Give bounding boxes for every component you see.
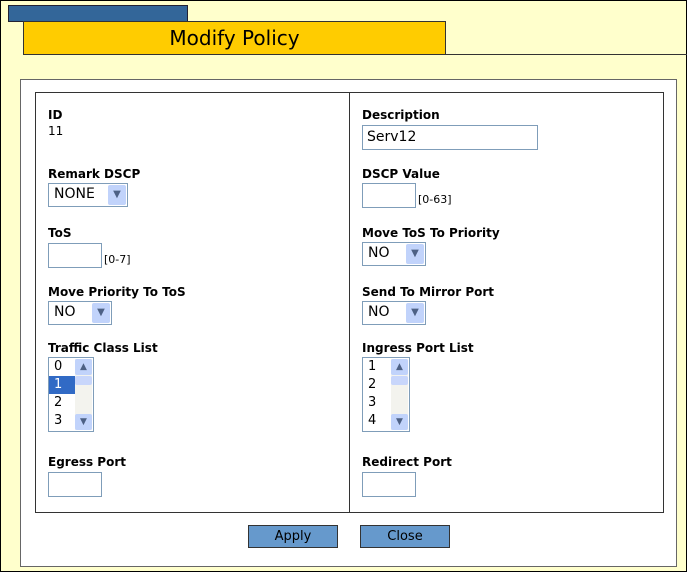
divider (446, 54, 687, 55)
chevron-down-icon[interactable]: ▼ (391, 414, 408, 430)
egress-port-label: Egress Port (48, 455, 126, 469)
tos-range: [0-7] (104, 253, 131, 266)
dscp-value-label: DSCP Value (362, 167, 440, 181)
id-value: 11 (48, 124, 64, 138)
list-item-selected[interactable]: 1 (49, 376, 77, 394)
dscp-range: [0-63] (418, 193, 452, 206)
chevron-down-icon[interactable]: ▼ (75, 414, 92, 430)
mirror-port-label: Send To Mirror Port (362, 285, 495, 299)
ingress-port-label: Ingress Port List (362, 341, 474, 355)
list-item[interactable]: 4 (363, 412, 391, 430)
chevron-down-icon: ▼ (406, 244, 424, 264)
tos-input[interactable] (48, 243, 102, 268)
scrollbar[interactable]: ▲ ▼ (391, 359, 408, 430)
list-item[interactable]: 2 (363, 376, 391, 394)
chevron-up-icon[interactable]: ▲ (75, 359, 92, 375)
list-item[interactable]: 1 (363, 358, 391, 376)
redirect-port-input[interactable] (362, 472, 416, 497)
move-tos-value: NO (368, 245, 390, 261)
remark-dscp-select[interactable]: NONE ▼ (48, 183, 128, 207)
list-item[interactable]: 3 (363, 394, 391, 412)
policy-panel: ID 11 Remark DSCP NONE ▼ ToS [0-7] Move P… (20, 79, 677, 567)
close-button[interactable]: Close (360, 525, 450, 548)
page-title: Modify Policy (23, 21, 446, 55)
scroll-thumb[interactable] (75, 376, 92, 385)
mirror-port-value: NO (368, 304, 390, 320)
left-column: ID 11 Remark DSCP NONE ▼ ToS [0-7] Move P… (36, 93, 350, 512)
egress-port-input[interactable] (48, 472, 102, 497)
scroll-thumb[interactable] (391, 376, 408, 385)
redirect-port-label: Redirect Port (362, 455, 452, 469)
id-label: ID (48, 108, 63, 122)
ingress-port-list[interactable]: 1 2 3 4 ▲ ▼ (362, 357, 410, 432)
move-priority-value: NO (54, 304, 76, 320)
chevron-down-icon: ▼ (92, 303, 110, 323)
traffic-class-list[interactable]: 0 1 2 3 ▲ ▼ (48, 357, 94, 432)
move-priority-select[interactable]: NO ▼ (48, 301, 112, 325)
move-tos-select[interactable]: NO ▼ (362, 242, 426, 266)
scrollbar[interactable]: ▲ ▼ (75, 359, 92, 430)
move-tos-label: Move ToS To Priority (362, 226, 500, 240)
list-item[interactable]: 0 (49, 358, 77, 376)
apply-button[interactable]: Apply (248, 525, 338, 548)
chevron-up-icon[interactable]: ▲ (391, 359, 408, 375)
remark-dscp-value: NONE (54, 186, 95, 202)
right-column: Description Serv12 DSCP Value [0-63] Mov… (350, 93, 663, 512)
remark-dscp-label: Remark DSCP (48, 167, 141, 181)
policy-form: ID 11 Remark DSCP NONE ▼ ToS [0-7] Move P… (35, 92, 664, 513)
mirror-port-select[interactable]: NO ▼ (362, 301, 426, 325)
chevron-down-icon: ▼ (108, 185, 126, 205)
dscp-value-input[interactable] (362, 183, 416, 208)
description-label: Description (362, 108, 440, 122)
list-item[interactable]: 3 (49, 412, 77, 430)
move-priority-label: Move Priority To ToS (48, 285, 186, 299)
description-input[interactable]: Serv12 (362, 125, 538, 150)
list-item[interactable]: 2 (49, 394, 77, 412)
header-tab-bar (8, 5, 188, 22)
traffic-class-label: Traffic Class List (48, 341, 158, 355)
tos-label: ToS (48, 226, 72, 240)
chevron-down-icon: ▼ (406, 303, 424, 323)
